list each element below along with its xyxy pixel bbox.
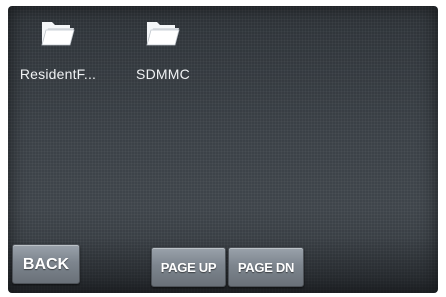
file-label: ResidentF... [19, 66, 97, 82]
file-label: SDMMC [136, 66, 190, 82]
file-browser-screen: ResidentF... SDMMC BACK PAGE UP PAGE DN [8, 6, 438, 293]
file-item-residentflash[interactable]: ResidentF... [10, 6, 106, 82]
page-up-button[interactable]: PAGE UP [151, 247, 226, 287]
back-button[interactable]: BACK [12, 244, 80, 284]
file-item-sdmmc[interactable]: SDMMC [115, 6, 211, 82]
folder-icon [146, 22, 180, 46]
device-bezel: ResidentF... SDMMC BACK PAGE UP PAGE DN [0, 0, 446, 297]
page-down-button[interactable]: PAGE DN [228, 247, 304, 287]
folder-icon [41, 22, 75, 46]
